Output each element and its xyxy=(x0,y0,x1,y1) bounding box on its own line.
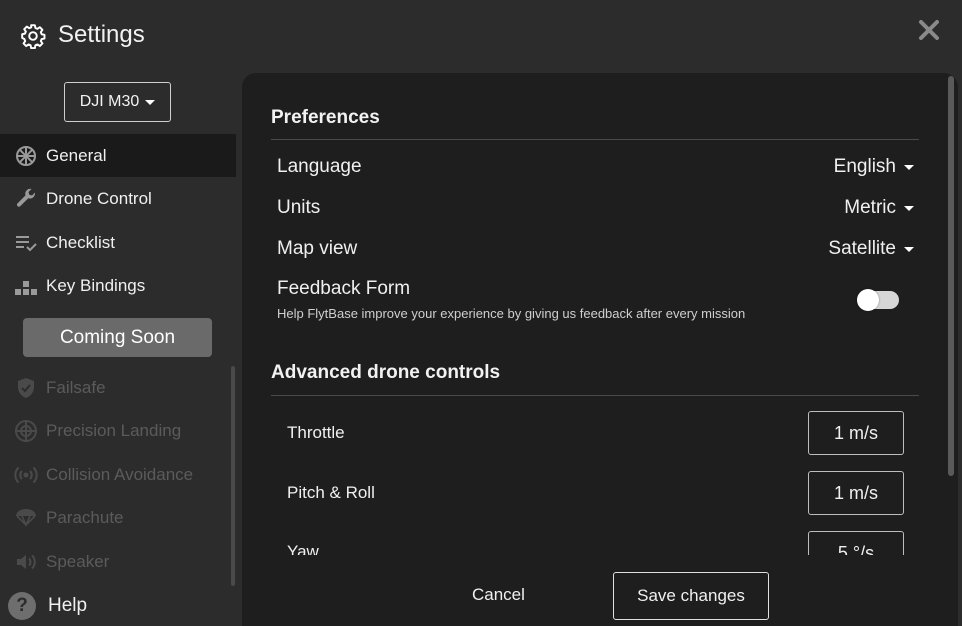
map-view-value: Satellite xyxy=(828,238,896,259)
help-link[interactable]: ? Help xyxy=(8,592,87,620)
help-icon: ? xyxy=(8,592,36,620)
feedback-form-label: Feedback Form xyxy=(277,278,411,299)
language-value: English xyxy=(833,156,896,177)
wheel-icon xyxy=(16,146,36,166)
sidebar-item-label: Drone Control xyxy=(46,189,152,208)
shield-icon xyxy=(18,378,34,398)
chevron-down-icon xyxy=(904,246,914,252)
language-label: Language xyxy=(277,156,362,177)
sidebar-item-parachute: Parachute xyxy=(0,496,236,539)
key-bindings-icon xyxy=(15,281,37,295)
radar-icon xyxy=(14,466,38,484)
sidebar-scrollbar[interactable] xyxy=(231,366,235,586)
settings-panel: Preferences Language English Units Metri… xyxy=(242,73,958,626)
throttle-input[interactable]: 1 m/s xyxy=(808,411,904,455)
map-view-label: Map view xyxy=(277,238,358,259)
sidebar-item-label: Checklist xyxy=(46,233,115,252)
feedback-form-description: Help FlytBase improve your experience by… xyxy=(277,306,746,321)
pitch-roll-label: Pitch & Roll xyxy=(287,483,375,502)
sidebar-item-precision-landing: Precision Landing xyxy=(0,409,236,452)
units-label: Units xyxy=(277,197,321,218)
sidebar-item-label: Failsafe xyxy=(46,378,106,397)
preferences-title: Preferences xyxy=(271,107,380,128)
chevron-down-icon xyxy=(145,99,156,105)
toggle-knob xyxy=(857,289,879,311)
divider xyxy=(271,139,919,140)
sidebar-item-collision-avoidance: Collision Avoidance xyxy=(0,453,236,496)
chevron-down-icon xyxy=(904,205,914,211)
sidebar-item-label: Parachute xyxy=(46,508,124,527)
sidebar-item-label: General xyxy=(46,146,107,165)
language-select[interactable]: English xyxy=(834,156,914,178)
wrench-icon xyxy=(17,188,35,207)
panel-footer: Cancel Save changes xyxy=(242,555,958,626)
settings-header: Settings xyxy=(0,0,962,72)
sidebar-item-general[interactable]: General xyxy=(0,134,236,177)
cancel-button[interactable]: Cancel xyxy=(472,585,525,605)
gear-icon xyxy=(21,24,46,49)
sidebar-item-label: Precision Landing xyxy=(46,421,182,440)
drone-select[interactable]: DJI M30 xyxy=(64,82,171,122)
feedback-form-toggle[interactable] xyxy=(857,289,899,311)
speaker-icon xyxy=(17,554,36,570)
sidebar-item-label: Speaker xyxy=(46,552,110,571)
throttle-label: Throttle xyxy=(287,423,345,442)
save-changes-button[interactable]: Save changes xyxy=(613,572,769,620)
close-icon[interactable] xyxy=(917,18,941,42)
units-value: Metric xyxy=(844,197,896,218)
sidebar-item-label: Collision Avoidance xyxy=(46,465,194,484)
sidebar-item-speaker: Speaker xyxy=(0,540,236,583)
divider xyxy=(271,395,919,396)
advanced-controls-title: Advanced drone controls xyxy=(271,362,501,383)
panel-scrollbar[interactable] xyxy=(948,76,954,476)
parachute-icon xyxy=(16,509,36,527)
sidebar-item-drone-control[interactable]: Drone Control xyxy=(0,177,236,220)
help-label: Help xyxy=(48,595,88,616)
coming-soon-badge: Coming Soon xyxy=(23,318,212,357)
checklist-icon xyxy=(16,236,37,252)
page-title: Settings xyxy=(58,21,145,48)
chevron-down-icon xyxy=(904,164,914,170)
target-icon xyxy=(15,420,37,442)
drone-select-value: DJI M30 xyxy=(79,93,140,110)
map-view-select[interactable]: Satellite xyxy=(828,238,914,260)
pitch-roll-input[interactable]: 1 m/s xyxy=(808,471,904,515)
sidebar-item-checklist[interactable]: Checklist xyxy=(0,221,236,264)
sidebar-item-key-bindings[interactable]: Key Bindings xyxy=(0,264,236,307)
sidebar-item-failsafe: Failsafe xyxy=(0,366,236,409)
sidebar-item-label: Key Bindings xyxy=(46,276,146,295)
units-select[interactable]: Metric xyxy=(844,197,914,219)
